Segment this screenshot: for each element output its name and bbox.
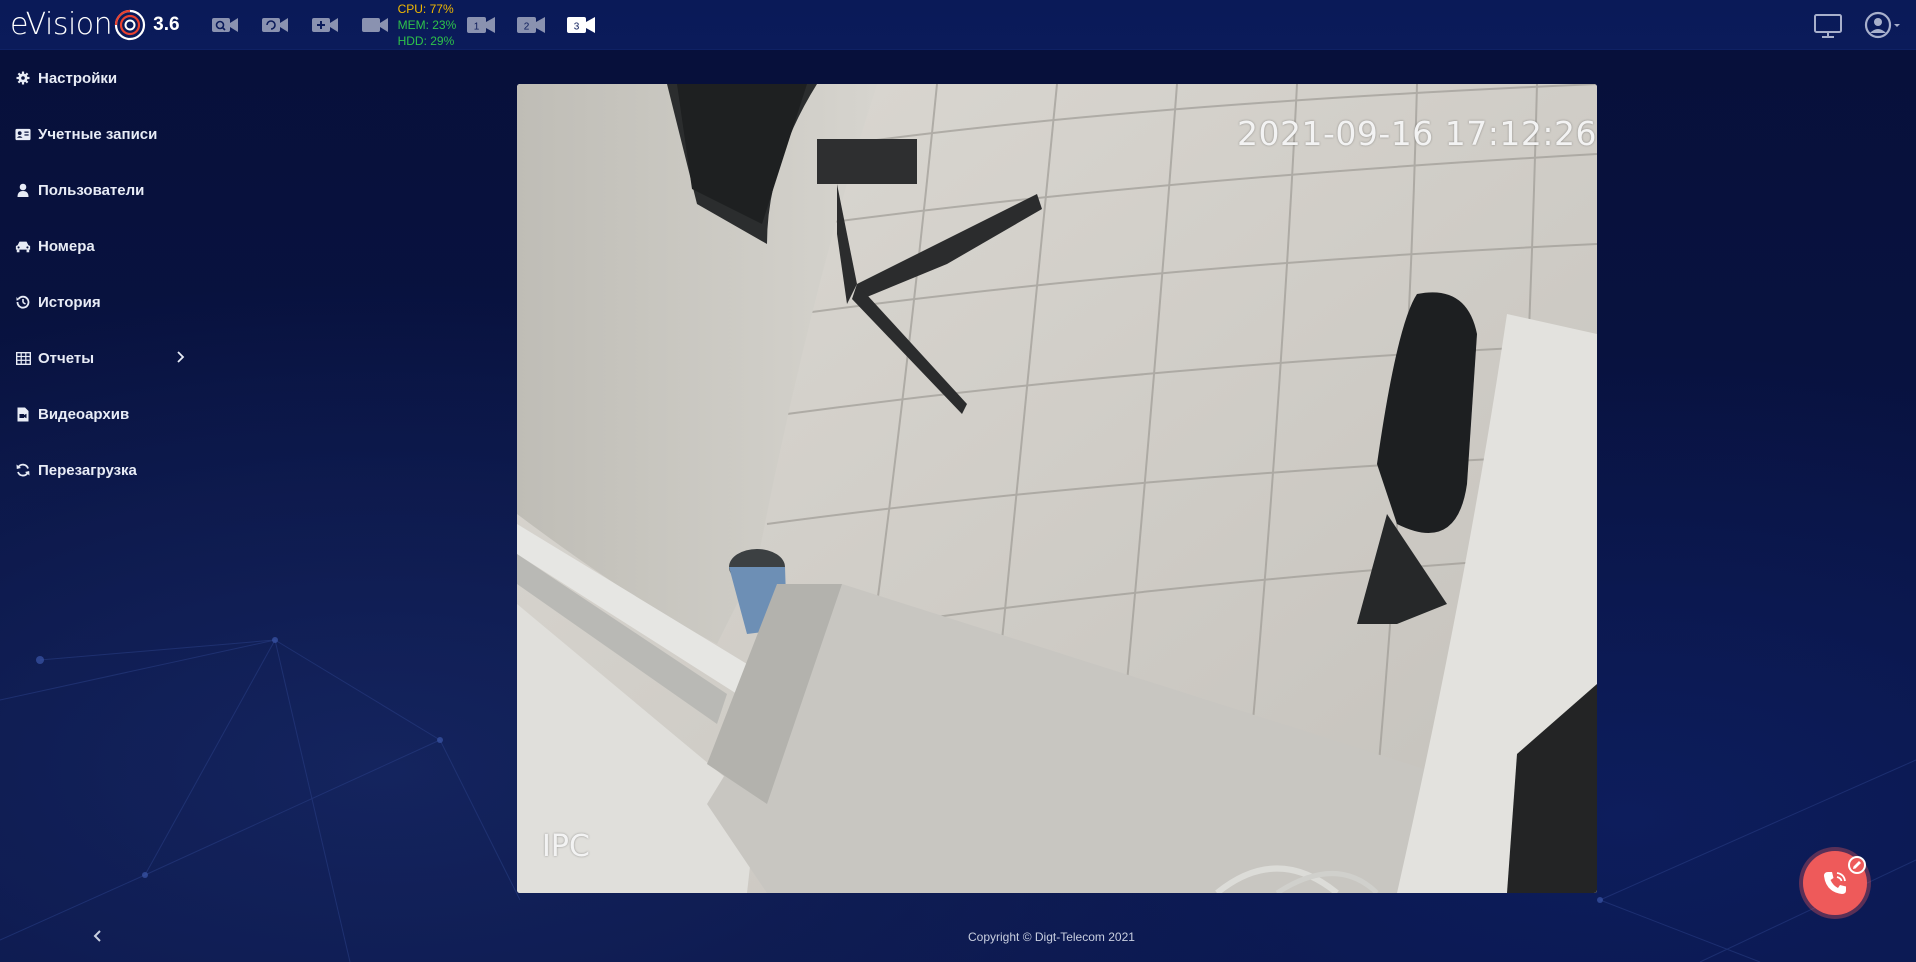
- sidebar-item-video-archive[interactable]: Видеоархив: [0, 386, 200, 442]
- sidebar-item-label: Пользователи: [38, 181, 145, 199]
- camera-3-button[interactable]: 3: [566, 14, 596, 36]
- cpu-stat: CPU: 77%: [397, 1, 454, 16]
- phone-icon: [1824, 872, 1846, 894]
- sidebar-item-label: История: [38, 293, 101, 311]
- refresh-icon: [15, 462, 31, 478]
- camera-toolbar: CPU: 77% MEM: 23% HDD: 29% 1 2 3: [210, 0, 617, 50]
- collapse-sidebar-chevron-left-icon[interactable]: [90, 928, 106, 944]
- sidebar-item-label: Номера: [38, 237, 95, 255]
- sidebar-item-label: Перезагрузка: [38, 461, 137, 479]
- sidebar-item-label: Видеоархив: [38, 405, 130, 423]
- id-card-icon: [15, 126, 31, 142]
- sidebar-item-label: Настройки: [38, 69, 118, 87]
- chevron-right-icon: [177, 351, 185, 363]
- mem-stat: MEM: 23%: [397, 17, 457, 32]
- sidebar-item-label: Отчеты: [38, 349, 95, 367]
- camera-frame-image: [517, 84, 1597, 893]
- camera-label: IPC: [542, 829, 590, 864]
- logo-text: eVision: [10, 7, 113, 42]
- user-icon: [1864, 11, 1900, 39]
- sidebar-item-reboot[interactable]: Перезагрузка: [0, 442, 200, 498]
- user-icon: [15, 182, 31, 198]
- sidebar-item-history[interactable]: История: [0, 274, 200, 330]
- sidebar-item-users[interactable]: Пользователи: [0, 162, 200, 218]
- app-logo[interactable]: eVision 3.6: [10, 0, 180, 50]
- camera-2-button[interactable]: 2: [516, 14, 546, 36]
- edit-badge[interactable]: [1848, 856, 1866, 874]
- table-icon: [15, 350, 31, 366]
- sidebar-item-accounts[interactable]: Учетные записи: [0, 106, 200, 162]
- sidebar-item-settings[interactable]: Настройки: [0, 50, 200, 106]
- camera-add-icon[interactable]: [310, 14, 340, 36]
- video-file-icon: [15, 406, 31, 422]
- video-timestamp: 2021-09-16 17:12:26: [1237, 114, 1597, 153]
- camera-video-feed[interactable]: 2021-09-16 17:12:26 IPC: [517, 84, 1597, 893]
- logo-swirl-icon: [115, 9, 146, 40]
- history-icon: [15, 294, 31, 310]
- camera-1-label: 1: [474, 21, 480, 32]
- user-menu-button[interactable]: [1864, 10, 1904, 40]
- camera-refresh-icon[interactable]: [260, 14, 290, 36]
- sidebar-item-reports[interactable]: Отчеты: [0, 330, 200, 386]
- camera-1-button[interactable]: 1: [466, 14, 496, 36]
- top-bar: eVision 3.6 CPU: 77% MEM: 23% HDD: 29% 1: [0, 0, 1916, 50]
- app-version: 3.6: [153, 13, 180, 35]
- sidebar: Настройки Учетные записи Пользователи Но…: [0, 50, 200, 962]
- camera-icon[interactable]: [360, 14, 390, 36]
- monitor-icon[interactable]: [1812, 10, 1846, 40]
- copyright-footer: Copyright © Digt-Telecom 2021: [968, 930, 1135, 944]
- camera-3-label: 3: [574, 21, 580, 32]
- sidebar-item-numbers[interactable]: Номера: [0, 218, 200, 274]
- top-right-controls: [1812, 0, 1916, 50]
- sidebar-item-label: Учетные записи: [38, 125, 158, 143]
- gear-icon: [15, 70, 31, 86]
- hdd-stat: HDD: 29%: [397, 33, 455, 48]
- car-icon: [15, 238, 31, 254]
- pencil-icon: [1853, 861, 1861, 869]
- camera-2-label: 2: [524, 21, 530, 32]
- system-stats: CPU: 77% MEM: 23% HDD: 29%: [398, 1, 457, 49]
- camera-search-icon[interactable]: [210, 14, 240, 36]
- caret-down-icon: [1894, 24, 1900, 27]
